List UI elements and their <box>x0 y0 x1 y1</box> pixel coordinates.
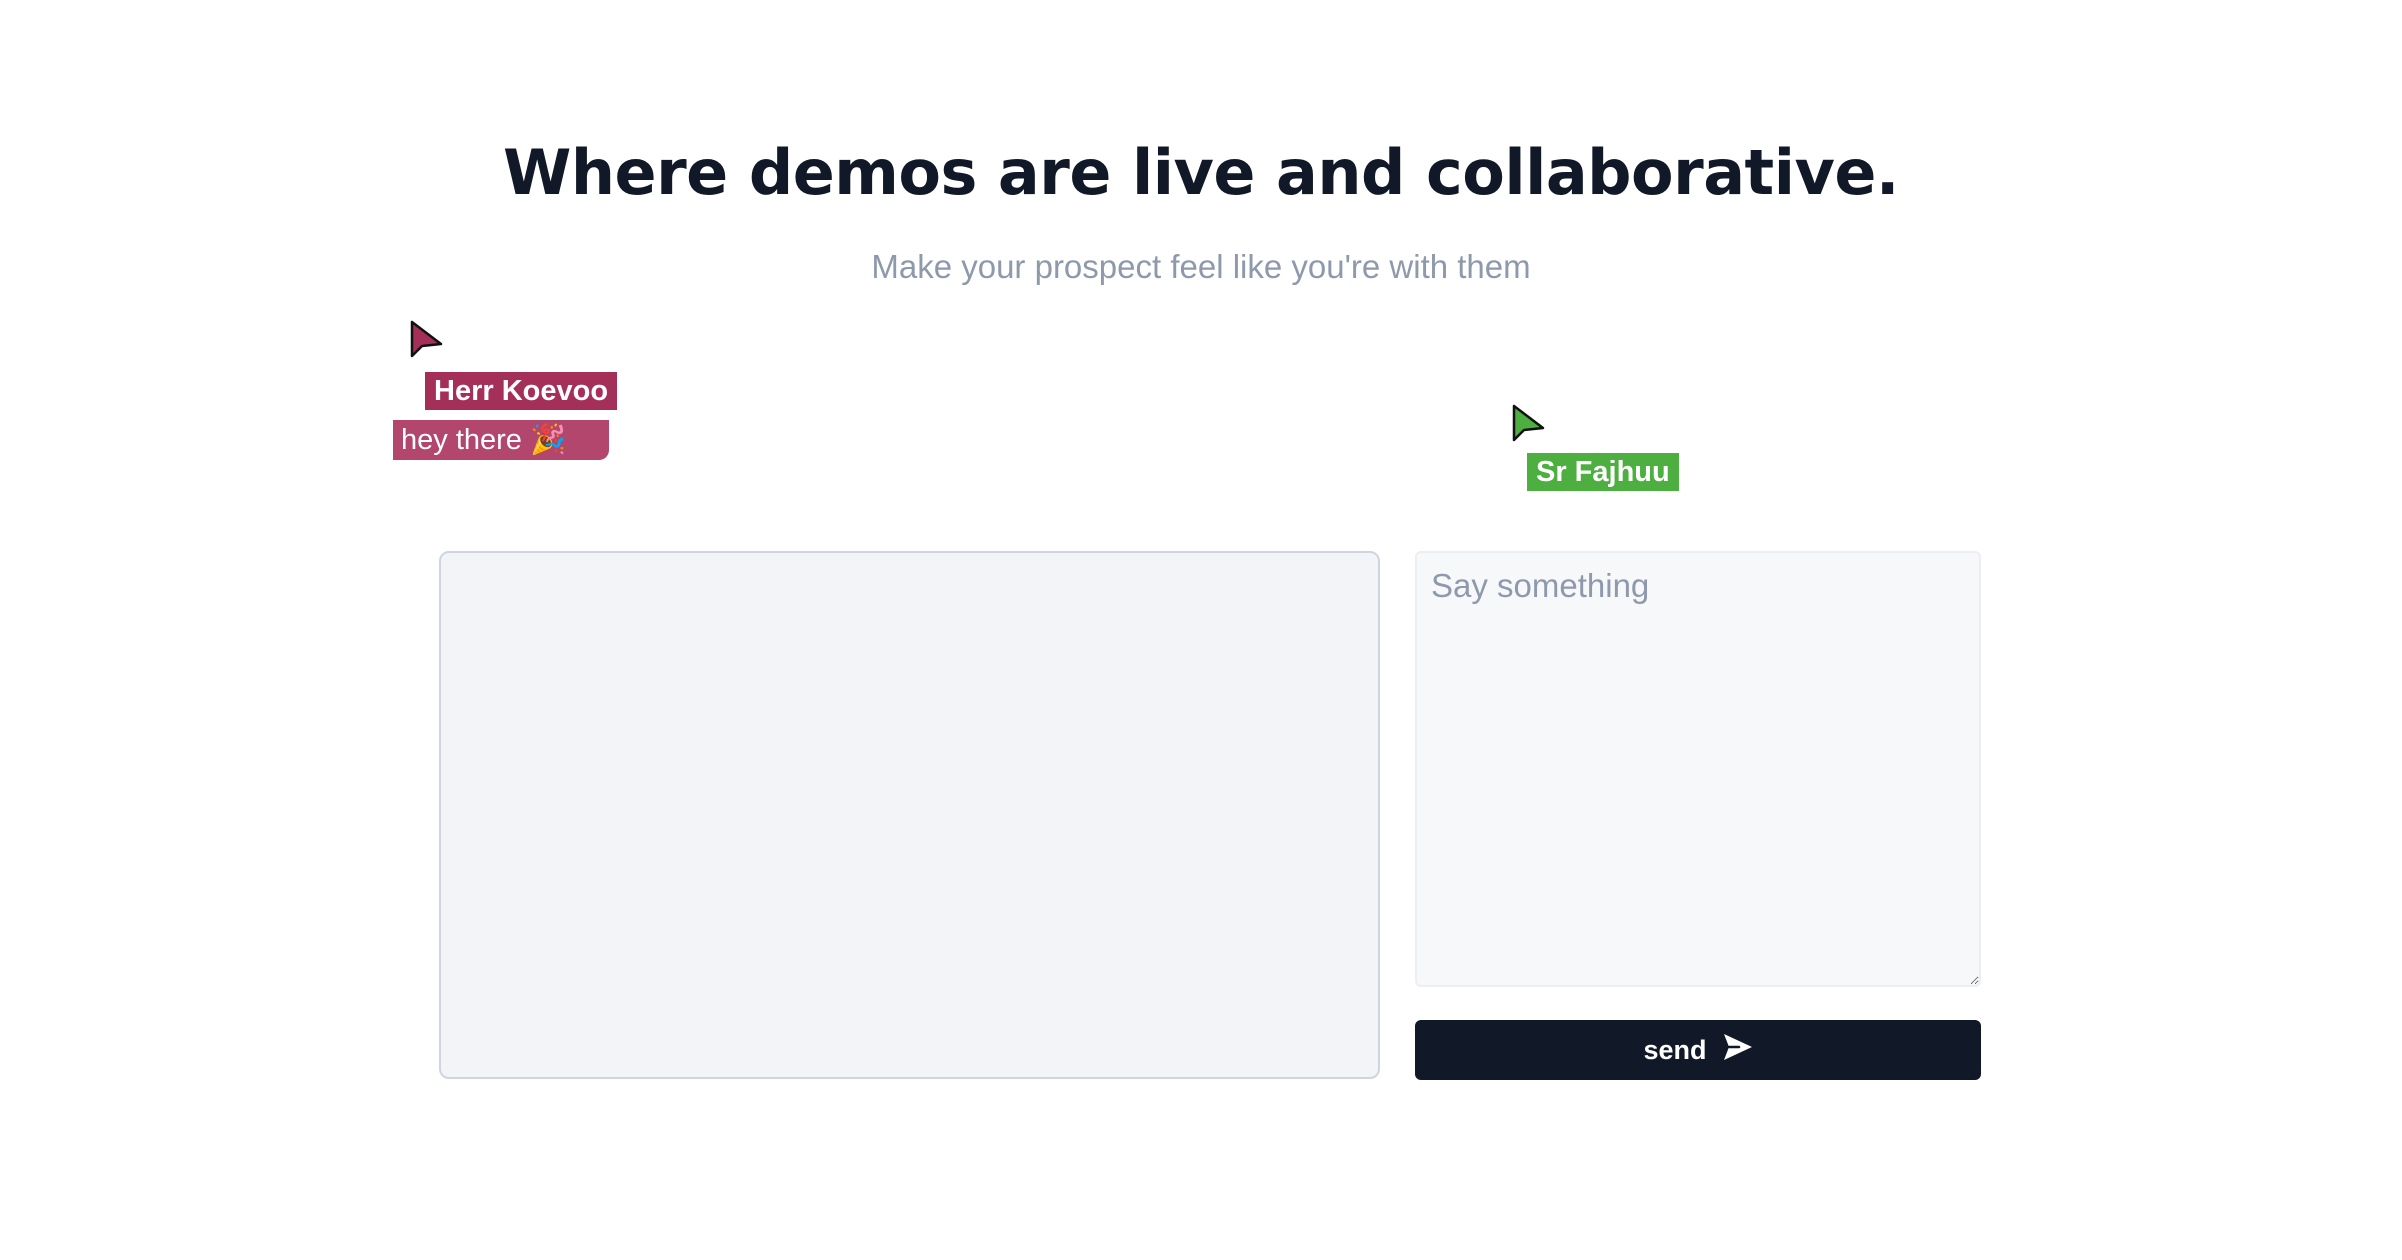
send-button[interactable]: send <box>1415 1020 1981 1080</box>
cursor-arrow-icon-herr-koevoo <box>410 320 444 360</box>
cursor-message-bubble: hey there 🎉 <box>393 420 609 460</box>
chat-message-input[interactable] <box>1415 551 1981 987</box>
landing-page: Where demos are live and collaborative. … <box>0 0 2402 1260</box>
page-title: Where demos are live and collaborative. <box>503 136 1899 209</box>
page-subtitle: Make your prospect feel like you're with… <box>871 248 1531 285</box>
send-button-label: send <box>1643 1034 1707 1065</box>
cursor-arrow-icon-sr-fajhuu <box>1512 404 1546 444</box>
cursor-name-tag: Sr Fajhuu <box>1527 453 1679 491</box>
demo-canvas[interactable] <box>439 551 1380 1079</box>
paper-plane-icon <box>1723 1033 1753 1068</box>
cursor-name-tag: Herr Koevoo <box>425 372 618 410</box>
